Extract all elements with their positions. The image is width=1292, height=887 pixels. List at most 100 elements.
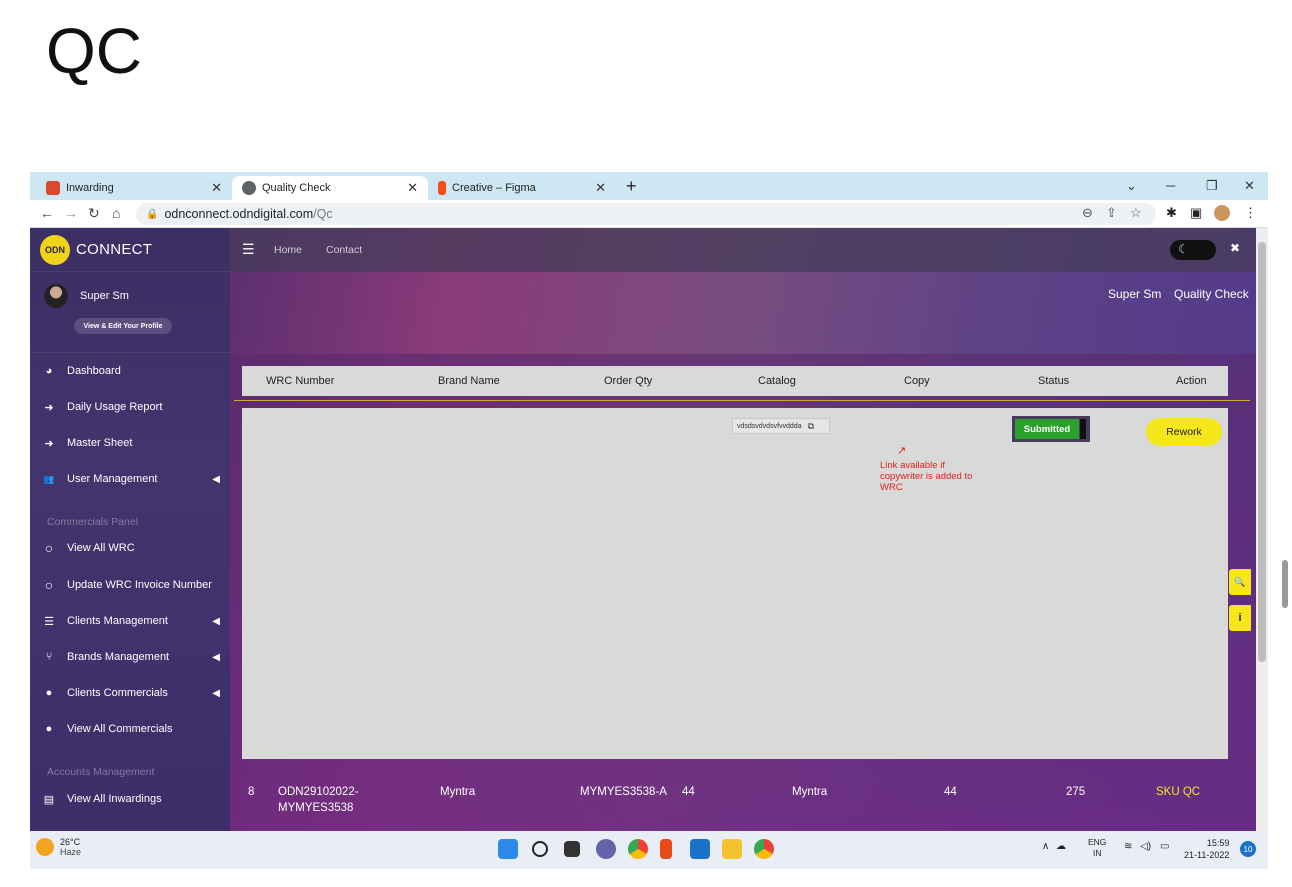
clock[interactable]: 15:59 21-11-2022 (1184, 837, 1229, 861)
list-check-icon: ☰ (44, 615, 54, 628)
taskbar: 26°C Haze ∧ ☁ ENG IN ≋ ◁) ▭ 15:59 21-11-… (30, 831, 1268, 869)
close-icon[interactable]: ✕ (595, 180, 606, 196)
sidebar-item-clients-management[interactable]: ☰ Clients Management ◀ (30, 609, 230, 633)
scrollbar-thumb[interactable] (1258, 242, 1266, 662)
sign-in-icon: ➜ (44, 401, 54, 414)
column-header: Brand Name (438, 375, 500, 387)
sidebar-item-dashboard[interactable]: ◕ Dashboard (30, 359, 230, 383)
dark-mode-toggle[interactable]: ☾ (1170, 240, 1216, 260)
status-badge[interactable]: Submitted (1012, 416, 1090, 442)
sidebar-item-view-all-inwardings[interactable]: ▤ View All Inwardings (30, 787, 230, 811)
lang-top: ENG (1088, 837, 1107, 847)
battery-icon[interactable]: ▭ (1160, 841, 1169, 852)
sidebar-item-daily-usage-report[interactable]: ➜ Daily Usage Report (30, 395, 230, 419)
nav-home-link[interactable]: Home (274, 244, 302, 256)
sidebar-item-label: Clients Commercials (67, 687, 168, 699)
windows-start-icon[interactable] (498, 839, 518, 859)
chevron-left-icon: ◀ (212, 615, 220, 627)
top-nav: ☰ Home Contact ☾ ✖ (230, 228, 1268, 272)
content-scrollbar[interactable] (1256, 228, 1268, 831)
tab-quality-check[interactable]: Quality Check ✕ (232, 176, 428, 200)
user-icon: ● (45, 687, 53, 699)
sidebar-item-brands-management[interactable]: ⑂ Brands Management ◀ (30, 645, 230, 669)
forward-icon[interactable]: → (64, 205, 78, 221)
back-icon[interactable]: ← (40, 205, 54, 221)
sidebar-item-update-wrc-invoice[interactable]: ○ Update WRC Invoice Number (30, 573, 230, 597)
search-side-button[interactable]: 🔍 (1229, 569, 1251, 595)
sidebar-item-view-all-commercials[interactable]: ● View All Commercials (30, 717, 230, 741)
rework-button[interactable]: Rework (1146, 418, 1222, 446)
row-code: MYMYES3538-A (580, 786, 667, 798)
row-brand: Myntra (440, 786, 476, 798)
sidebar-item-master-sheet[interactable]: ➜ Master Sheet (30, 431, 230, 455)
cloud-sync-icon[interactable]: ☁ (1056, 841, 1066, 852)
copy-icon[interactable]: ⧉ (808, 421, 814, 432)
task-view-icon[interactable] (564, 841, 580, 857)
hamburger-icon[interactable]: ☰ (242, 241, 255, 258)
row-copy: 44 (944, 786, 957, 798)
sidebar-item-label: User Management (67, 473, 158, 485)
mail-icon[interactable] (690, 839, 710, 859)
chat-icon[interactable] (596, 839, 616, 859)
divider (234, 400, 1250, 401)
volume-icon[interactable]: ◁) (1140, 841, 1151, 852)
brand[interactable]: ODN CONNECT (30, 228, 230, 272)
section-heading-commercials: Commercials Panel (47, 516, 139, 528)
new-tab-icon[interactable]: + (626, 176, 637, 197)
office-icon[interactable] (660, 839, 672, 859)
sidebar-item-user-management[interactable]: 👥 User Management ◀ (30, 467, 230, 491)
copy-link-field[interactable]: vdsdsvdvdsvfvvddda ⧉ (732, 418, 830, 434)
restore-icon[interactable]: ❐ (1206, 178, 1218, 194)
star-icon[interactable]: ☆ (1130, 205, 1142, 221)
nav-contact-link[interactable]: Contact (326, 244, 362, 256)
zoom-icon[interactable]: ⊖ (1082, 205, 1093, 221)
extensions-icon[interactable]: ✱ (1166, 205, 1177, 221)
notification-badge[interactable]: 10 (1240, 841, 1256, 857)
arrow-icon: ↗ (897, 445, 907, 457)
odn-logo: ODN (40, 234, 70, 265)
weather-sun-icon (36, 838, 54, 856)
sidepanel-icon[interactable]: ▣ (1190, 205, 1202, 221)
chrome-icon[interactable] (628, 839, 648, 859)
close-window-icon[interactable]: ✕ (1244, 178, 1255, 194)
edit-profile-button[interactable]: View & Edit Your Profile (74, 318, 172, 334)
reload-icon[interactable]: ↻ (88, 205, 100, 222)
tab-figma[interactable]: Creative – Figma ✕ (428, 176, 616, 200)
tab-inwarding[interactable]: Inwarding ✕ (36, 176, 232, 200)
row-order-qty: 44 (682, 786, 695, 798)
close-icon[interactable]: ✕ (407, 180, 418, 196)
home-icon[interactable]: ⌂ (112, 205, 120, 221)
tab-bar: Inwarding ✕ Quality Check ✕ Creative – F… (30, 172, 1268, 200)
column-header: Catalog (758, 375, 796, 387)
sku-qc-link[interactable]: SKU QC (1156, 784, 1200, 800)
chevron-up-icon[interactable]: ∧ (1042, 841, 1049, 852)
tab-search-icon[interactable]: ⌄ (1126, 178, 1137, 194)
menu-icon[interactable]: ⋮ (1244, 205, 1257, 221)
slide-title: QC (46, 15, 142, 87)
sidebar-item-clients-commercials[interactable]: ● Clients Commercials ◀ (30, 681, 230, 705)
info-side-button[interactable]: i (1229, 605, 1251, 631)
page-scrollbar[interactable] (1282, 560, 1288, 608)
weather-widget[interactable]: 26°C Haze (36, 837, 81, 857)
profile-avatar[interactable] (1214, 205, 1230, 221)
chrome-profile-icon[interactable] (754, 839, 774, 859)
qc-table-card: WRC Number Brand Name Order Qty Catalog … (230, 354, 1268, 831)
search-icon[interactable] (532, 841, 548, 857)
wifi-icon[interactable]: ≋ (1124, 841, 1132, 852)
language-indicator[interactable]: ENG IN (1088, 837, 1106, 859)
sidebar-item-view-all-wrc[interactable]: ○ View All WRC (30, 536, 230, 560)
row-catalog: Myntra (792, 786, 828, 798)
users-icon: 👥 (43, 473, 55, 484)
minimize-icon[interactable]: ─ (1166, 178, 1175, 193)
file-explorer-icon[interactable] (722, 839, 742, 859)
close-icon[interactable]: ✕ (211, 180, 222, 196)
chevron-left-icon: ◀ (212, 687, 220, 699)
sidebar-item-label: View All Inwardings (67, 793, 162, 805)
address-bar: ← → ↻ ⌂ 🔒 odnconnect.odndigital.com/Qc ⊖… (30, 200, 1268, 228)
share-icon[interactable]: ⇪ (1106, 205, 1117, 221)
main-content: ☰ Home Contact ☾ ✖ Super Sm Quality Chec… (230, 228, 1268, 831)
fullscreen-icon[interactable]: ✖ (1230, 241, 1240, 255)
breadcrumb-user[interactable]: Super Sm (1108, 287, 1161, 301)
url-input[interactable]: 🔒 odnconnect.odndigital.com/Qc (136, 203, 1156, 225)
user-profile: Super Sm View & Edit Your Profile (30, 272, 230, 353)
